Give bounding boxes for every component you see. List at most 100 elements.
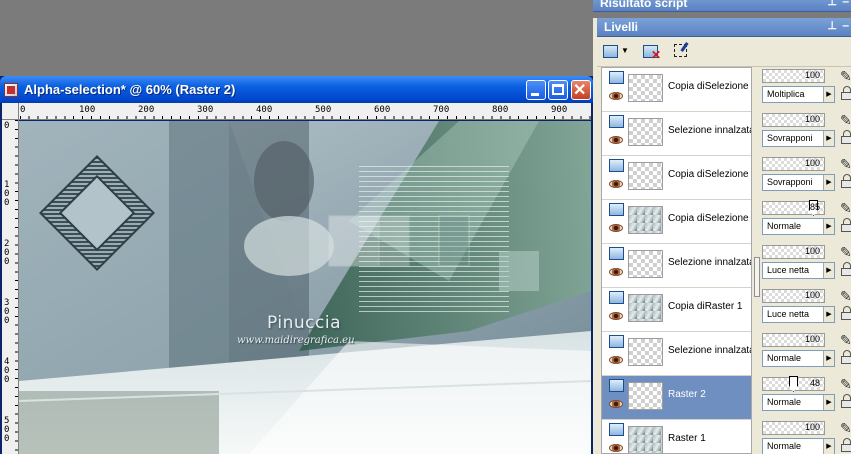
ruler-label: 700 <box>433 105 450 115</box>
maximize-button[interactable] <box>548 80 568 100</box>
ruler-label: 500 <box>4 416 10 444</box>
ruler-label: 200 <box>138 105 155 115</box>
blend-mode-select[interactable]: Normale ▶ <box>762 350 835 367</box>
edit-pencil-icon[interactable]: ✎ <box>840 288 851 305</box>
ruler-label: 500 <box>315 105 332 115</box>
layers-title: Livelli <box>604 20 639 34</box>
lock-icon[interactable] <box>841 130 851 144</box>
ruler-label: 800 <box>492 105 509 115</box>
opacity-slider-thumb[interactable] <box>789 376 798 392</box>
splitter-grip[interactable] <box>754 257 760 297</box>
dropdown-arrow-icon[interactable]: ▶ <box>823 395 834 410</box>
blend-mode-select[interactable]: Normale ▶ <box>762 218 835 235</box>
blend-mode-select[interactable]: Sovrapponi ▶ <box>762 130 835 147</box>
document-titlebar[interactable]: Alpha-selection* @ 60% (Raster 2) ✕ <box>0 76 593 103</box>
layers-body: Copia diSelezione Selezione innalzata Copi… <box>601 67 851 454</box>
document-icon <box>4 83 18 97</box>
lock-icon[interactable] <box>841 394 851 408</box>
blend-mode-select[interactable]: Luce netta ▶ <box>762 306 835 323</box>
lock-icon[interactable] <box>841 350 851 364</box>
collapse-icon[interactable]: – <box>842 0 849 8</box>
visibility-eye-icon[interactable] <box>609 268 623 276</box>
pin-icon[interactable]: ⊥ <box>827 0 837 8</box>
edit-pencil-icon[interactable]: ✎ <box>840 332 851 349</box>
visibility-eye-icon[interactable] <box>609 136 623 144</box>
visibility-eye-icon[interactable] <box>609 92 623 100</box>
dropdown-arrow-icon[interactable]: ▶ <box>823 351 834 366</box>
layer-row[interactable]: Raster 1 <box>602 420 751 453</box>
layer-row[interactable]: Selezione innalzata <box>602 244 751 288</box>
layer-name: Selezione innalzata <box>668 125 752 136</box>
lock-icon[interactable] <box>841 86 851 100</box>
blend-mode-select[interactable]: Normale ▶ <box>762 438 835 454</box>
dropdown-arrow-icon[interactable]: ▶ <box>823 219 834 234</box>
opacity-slider[interactable]: 100 <box>762 289 825 303</box>
layer-list: Copia diSelezione Selezione innalzata Copi… <box>601 67 752 454</box>
layer-thumbnail <box>628 74 663 102</box>
edit-pencil-icon[interactable]: ✎ <box>840 376 851 393</box>
layer-row[interactable]: Selezione innalzata <box>602 112 752 156</box>
dropdown-arrow-icon[interactable]: ▼ <box>621 46 629 55</box>
dropdown-arrow-icon[interactable]: ▶ <box>823 307 834 322</box>
dropdown-arrow-icon[interactable]: ▶ <box>823 131 834 146</box>
opacity-slider[interactable]: 100 <box>762 245 825 259</box>
new-layer-button[interactable]: ▼ <box>601 42 629 62</box>
blend-mode-select[interactable]: Luce netta ▶ <box>762 262 835 279</box>
opacity-value: 100 <box>804 158 820 168</box>
image-canvas[interactable]: Pinuccia www.maidiregrafica.eu <box>19 121 591 454</box>
layer-row[interactable]: Copia diSelezione <box>602 68 751 112</box>
edit-pencil-icon[interactable]: ✎ <box>840 112 851 129</box>
lock-icon[interactable] <box>841 306 851 320</box>
opacity-slider[interactable]: 100 <box>762 113 825 127</box>
lock-body <box>841 312 851 320</box>
layer-properties-row: 100 Moltiplica ▶ ✎ <box>762 67 851 111</box>
visibility-eye-icon[interactable] <box>609 180 623 188</box>
document-title: Alpha-selection* @ 60% (Raster 2) <box>24 82 236 97</box>
dropdown-arrow-icon[interactable]: ▶ <box>823 439 834 454</box>
edit-pencil-icon[interactable]: ✎ <box>840 200 851 217</box>
layer-row[interactable]: Selezione innalzata <box>602 332 751 376</box>
lock-icon[interactable] <box>841 218 851 232</box>
minimize-button[interactable] <box>526 80 546 100</box>
visibility-eye-icon[interactable] <box>609 224 623 232</box>
script-output-header[interactable]: Risultato script ⊥ – <box>593 0 851 12</box>
delete-layer-button[interactable]: ✕ <box>641 42 663 62</box>
lock-icon[interactable] <box>841 438 851 452</box>
opacity-slider[interactable]: 100 <box>762 421 825 435</box>
mask-selection-button[interactable] <box>671 42 693 62</box>
visibility-eye-icon[interactable] <box>609 356 623 364</box>
blend-mode-label: Moltiplica <box>767 89 805 99</box>
opacity-slider[interactable]: 100 <box>762 157 825 171</box>
layers-header[interactable]: Livelli ⊥ – <box>597 18 851 37</box>
lock-icon[interactable] <box>841 262 851 276</box>
edit-pencil-icon[interactable]: ✎ <box>840 68 851 85</box>
visibility-eye-icon[interactable] <box>609 312 623 320</box>
layer-row[interactable]: Copia diSelezione <box>602 200 751 244</box>
layer-row[interactable]: Copia diSelezione <box>602 156 751 200</box>
opacity-slider[interactable]: 100 <box>762 333 825 347</box>
lock-icon[interactable] <box>841 174 851 188</box>
opacity-slider[interactable]: 48 <box>762 376 825 392</box>
layers-splitter[interactable] <box>752 67 762 454</box>
layer-row[interactable]: Copia diRaster 1 <box>602 288 751 332</box>
opacity-slider[interactable]: 100 <box>762 69 825 83</box>
dropdown-arrow-icon[interactable]: ▶ <box>823 175 834 190</box>
dropdown-arrow-icon[interactable]: ▶ <box>823 263 834 278</box>
edit-pencil-icon[interactable]: ✎ <box>840 156 851 173</box>
layer-name: Raster 1 <box>668 433 706 444</box>
blend-mode-select[interactable]: Normale ▶ <box>762 394 835 411</box>
layer-row[interactable]: Raster 2 <box>602 376 751 420</box>
blend-mode-label: Sovrapponi <box>767 177 813 187</box>
collapse-icon[interactable]: – <box>842 18 849 32</box>
pin-icon[interactable]: ⊥ <box>827 19 837 32</box>
visibility-eye-icon[interactable] <box>609 444 623 452</box>
edit-pencil-icon[interactable]: ✎ <box>840 244 851 261</box>
blend-mode-select[interactable]: Moltiplica ▶ <box>762 86 835 103</box>
blend-mode-select[interactable]: Sovrapponi ▶ <box>762 174 835 191</box>
opacity-value: 100 <box>804 114 820 124</box>
edit-pencil-icon[interactable]: ✎ <box>840 420 851 437</box>
visibility-eye-icon[interactable] <box>609 400 623 408</box>
close-button[interactable]: ✕ <box>571 80 591 100</box>
opacity-slider[interactable]: 85 <box>762 200 825 216</box>
dropdown-arrow-icon[interactable]: ▶ <box>823 87 834 102</box>
